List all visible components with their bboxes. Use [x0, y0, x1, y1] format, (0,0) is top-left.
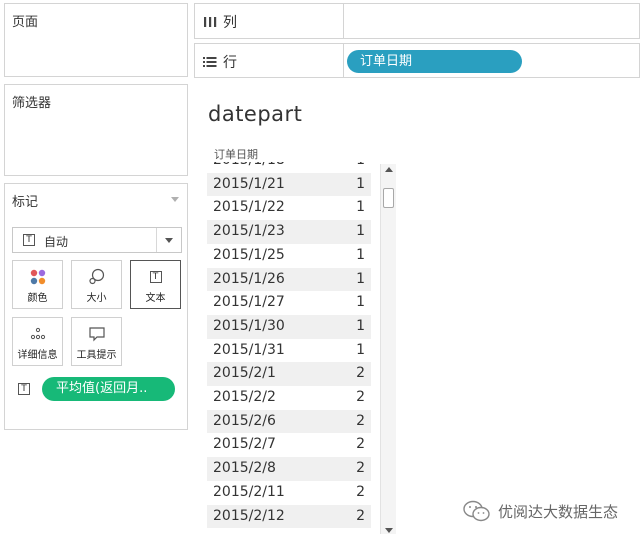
row-value: 2 — [356, 436, 365, 453]
table-row[interactable]: 2015/2/2 2 — [207, 386, 371, 410]
table-row[interactable]: 2015/1/27 1 — [207, 291, 371, 315]
row-date: 2015/2/6 — [213, 412, 276, 429]
text-label: 文本 — [145, 293, 166, 304]
pages-title: 页面 — [12, 15, 39, 30]
color-label: 颜色 — [27, 293, 48, 304]
row-value: 2 — [356, 460, 365, 477]
pages-card[interactable]: 页面 — [4, 3, 188, 77]
row-value: 2 — [356, 412, 365, 429]
wechat-icon — [463, 500, 490, 522]
table-row[interactable]: 2015/2/7 2 — [207, 433, 371, 457]
rows-label: 行 — [223, 55, 237, 71]
table-row[interactable]: 2015/1/21 1 — [207, 172, 371, 197]
table-row[interactable]: 2015/1/30 1 — [207, 314, 371, 339]
row-date: 2015/1/18 — [213, 162, 285, 168]
row-value: 1 — [356, 317, 365, 334]
table-row[interactable]: 2015/1/22 1 — [207, 196, 371, 220]
size-button[interactable]: 大小 — [71, 260, 122, 309]
row-date: 2015/1/31 — [213, 341, 285, 358]
table-row[interactable]: 2015/2/6 2 — [207, 409, 371, 434]
text-mark-icon: T — [23, 234, 35, 246]
worksheet-view: datepart 订单日期 2015/1/1812015/1/2112015/1… — [194, 84, 640, 534]
table-row[interactable]: 2015/1/23 1 — [207, 220, 371, 244]
text-button[interactable]: T 文本 — [130, 260, 181, 309]
data-table: 2015/1/18 1 2015/1/21 1 2015/1/22 1 2015/1/23 1… — [207, 162, 385, 534]
row-value: 1 — [356, 162, 365, 168]
scroll-thumb[interactable] — [383, 188, 394, 208]
row-date: 2015/2/12 — [213, 507, 285, 524]
text-encoding-icon: T — [18, 383, 30, 395]
row-value: 2 — [356, 507, 365, 524]
mark-type-dropdown[interactable]: T 自动 — [12, 227, 182, 253]
columns-icon — [204, 17, 217, 27]
row-date: 2015/2/11 — [213, 483, 285, 500]
row-date: 2015/1/30 — [213, 317, 285, 334]
row-value: 1 — [356, 175, 365, 192]
row-value: 2 — [356, 389, 365, 405]
row-value: 1 — [356, 270, 365, 287]
detail-button[interactable]: 详细信息 — [12, 317, 63, 366]
color-icon — [13, 267, 62, 287]
tooltip-button[interactable]: 工具提示 — [71, 317, 122, 366]
row-date: 2015/1/26 — [213, 270, 285, 287]
filters-card[interactable]: 筛选器 — [4, 84, 188, 176]
table-row[interactable]: 2015/1/18 1 — [207, 162, 371, 173]
row-date: 2015/1/23 — [213, 223, 285, 240]
marks-menu-icon[interactable] — [171, 197, 179, 202]
text-icon: T — [149, 271, 162, 283]
row-value: 2 — [356, 483, 365, 500]
row-date: 2015/1/22 — [213, 199, 285, 216]
mark-type-value: 自动 — [44, 235, 69, 249]
row-value: 1 — [356, 341, 365, 358]
table-row[interactable]: 2015/2/8 2 — [207, 457, 371, 481]
row-date: 2015/2/2 — [213, 389, 276, 405]
marks-card: 标记 T 自动 颜色 大小 T 文本 详细信息 工具提示 T 平均值(返回月.. — [4, 183, 188, 430]
row-value: 1 — [356, 199, 365, 216]
detail-label: 详细信息 — [17, 350, 58, 361]
marks-title: 标记 — [12, 195, 39, 210]
column-header: 订单日期 — [214, 148, 258, 161]
vertical-scrollbar[interactable] — [380, 164, 396, 534]
worksheet-title: datepart — [208, 102, 303, 126]
row-date: 2015/2/1 — [213, 365, 276, 382]
size-label: 大小 — [86, 293, 107, 304]
row-date: 2015/2/8 — [213, 460, 276, 477]
row-date: 2015/2/7 — [213, 436, 276, 453]
table-row[interactable]: 2015/2/12 2 — [207, 504, 371, 529]
watermark: 优阅达大数据生态 — [462, 499, 618, 523]
watermark-text: 优阅达大数据生态 — [498, 502, 619, 521]
row-value: 1 — [356, 246, 365, 263]
size-icon — [72, 267, 121, 287]
columns-shelf[interactable]: 列 — [194, 3, 640, 39]
tooltip-icon — [72, 324, 121, 344]
table-row[interactable]: 2015/1/25 1 — [207, 244, 371, 268]
scroll-down-icon[interactable] — [385, 528, 393, 533]
row-date: 2015/1/21 — [213, 175, 285, 192]
scroll-up-icon[interactable] — [385, 167, 393, 172]
row-value: 1 — [356, 294, 365, 311]
chevron-down-icon — [165, 238, 173, 243]
color-button[interactable]: 颜色 — [12, 260, 63, 309]
rows-icon — [203, 57, 217, 67]
order-date-pill[interactable]: 订单日期 — [347, 50, 522, 73]
filters-title: 筛选器 — [12, 96, 52, 111]
table-row[interactable]: 2015/1/26 1 — [207, 267, 371, 292]
table-row[interactable]: 2015/2/11 2 — [207, 481, 371, 505]
rows-shelf[interactable]: 行 订单日期 — [194, 43, 640, 78]
detail-icon — [13, 324, 62, 344]
row-date: 2015/1/25 — [213, 246, 285, 263]
tooltip-label: 工具提示 — [76, 350, 117, 361]
table-row[interactable]: 2015/1/31 1 — [207, 339, 371, 363]
row-value: 2 — [356, 365, 365, 382]
text-field-pill[interactable]: 平均值(返回月.. — [42, 377, 175, 401]
row-date: 2015/1/27 — [213, 294, 285, 311]
table-row[interactable]: 2015/2/1 2 — [207, 362, 371, 386]
columns-label: 列 — [223, 15, 237, 31]
row-value: 1 — [356, 223, 365, 240]
